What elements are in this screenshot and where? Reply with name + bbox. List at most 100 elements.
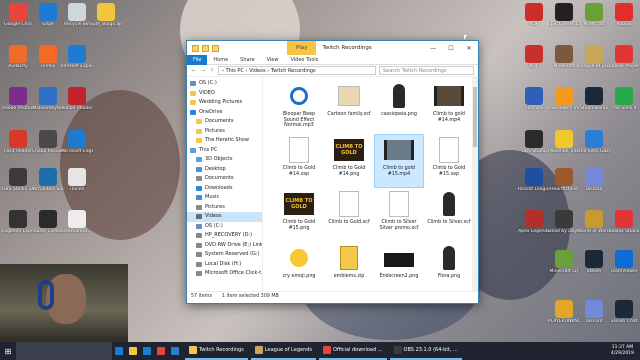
file-item[interactable]: Climb to Gold #15.osp	[425, 135, 473, 187]
desktop-icon[interactable]: Fortnite	[518, 87, 550, 111]
desktop-icon[interactable]: Minecraft	[578, 3, 610, 27]
file-item[interactable]: Climb to Silver Silver promo.xcf	[375, 189, 423, 241]
desktop-icon[interactable]: Rocket League	[518, 168, 550, 192]
taskbar-search[interactable]	[16, 342, 112, 360]
file-item[interactable]: Climb to gold #15.mp4	[374, 134, 424, 188]
desktop-icon[interactable]: Cheap Recovery OBS	[32, 130, 64, 154]
window-titlebar[interactable]: Play Twitch Recordings — ☐ ✕	[187, 41, 478, 55]
folder-icon[interactable]	[192, 44, 199, 52]
file-item[interactable]: Climb to gold #14.mp4	[425, 81, 473, 133]
desktop-icon[interactable]: The Sims Gazette Online	[578, 130, 610, 154]
desktop-icon[interactable]: iTunes	[61, 168, 93, 192]
desktop-icon[interactable]: Usernames...	[61, 210, 93, 234]
nav-item[interactable]: HP_RECOVERY (D:)	[187, 231, 262, 241]
taskbar-app-button[interactable]: Official download ...	[319, 342, 387, 360]
desktop-icon[interactable]: Overwatch Video Game	[548, 87, 580, 111]
pinned-app-icon[interactable]	[154, 342, 168, 360]
desktop-icon[interactable]: Sum_Bulgo.ajr	[90, 3, 122, 27]
desktop-icon[interactable]: TeamViewer	[608, 250, 640, 274]
nav-item[interactable]: System Reserved (G:)	[187, 250, 262, 260]
desktop-icon[interactable]: Recycle Bin	[61, 3, 93, 27]
file-item[interactable]: emblems.zip	[325, 243, 373, 291]
pinned-app-icon[interactable]	[168, 342, 182, 360]
taskbar-app-button[interactable]: League of Legends	[250, 342, 317, 360]
pinned-app-icon[interactable]	[126, 342, 140, 360]
desktop-icon[interactable]: Roblox Player	[608, 45, 640, 69]
nav-item[interactable]: VIDEO	[187, 89, 262, 99]
desktop-icon[interactable]: Minecraft	[548, 45, 580, 69]
file-item[interactable]: Climb to Gold.xcf	[325, 189, 373, 241]
desktop-icon[interactable]: Edge	[32, 3, 64, 27]
new-folder-icon[interactable]	[212, 44, 219, 52]
ribbon-tab[interactable]: Share	[234, 57, 260, 63]
nav-item[interactable]: Pictures	[187, 203, 262, 213]
ribbon-tab[interactable]: View	[261, 57, 285, 63]
desktop-icon[interactable]: Malwarebytes	[32, 87, 64, 111]
context-tab-play[interactable]: Play	[287, 41, 317, 55]
desktop-icon[interactable]: Microsoft Edge	[61, 130, 93, 154]
address-path[interactable]: › This PC › Videos › Twitch Recordings	[218, 66, 376, 75]
clock[interactable]: 11:37 AM 4/29/2019	[605, 345, 640, 357]
desktop-icon[interactable]: Google Chro	[2, 3, 34, 27]
desktop-icon[interactable]: Internet Explorer	[61, 45, 93, 69]
nav-item[interactable]: 3D Objects	[187, 155, 262, 165]
minimize-icon[interactable]: —	[424, 45, 442, 52]
taskbar-app-button[interactable]: Twitch Recordings	[185, 342, 248, 360]
file-item[interactable]: CLIMB TO GOLD Climb to Gold #15.png	[275, 189, 323, 241]
file-item[interactable]: Bloopar Beep Sound Effect Normal.mp3	[275, 81, 323, 133]
up-arrow-icon[interactable]: ↑	[209, 68, 215, 74]
nav-item[interactable]: Documents	[187, 174, 262, 184]
desktop-icon[interactable]: Steamworks	[578, 87, 610, 111]
desktop-icon[interactable]: Roblox Studio	[608, 210, 640, 234]
file-item[interactable]: Fiora.png	[425, 243, 473, 291]
desktop-icon[interactable]: Discord	[578, 300, 610, 324]
nav-item[interactable]: Documents	[187, 117, 262, 127]
nav-item[interactable]: Pictures	[187, 127, 262, 137]
nav-item[interactable]: The Heretic Show	[187, 136, 262, 146]
ribbon-tab[interactable]: Home	[207, 57, 234, 63]
desktop-icon[interactable]: PLAYERUNKNOWN'S BATTLEGROUNDS	[548, 300, 580, 324]
forward-arrow-icon[interactable]: →	[200, 68, 206, 74]
desktop-icon[interactable]: VirtualBox Solitaire	[32, 168, 64, 192]
taskbar-app-button[interactable]: OBS 23.1.0 (64-bit, ...	[389, 342, 462, 360]
desktop-icon[interactable]: Audacity	[2, 45, 34, 69]
file-item[interactable]: Cartoon family.xcf	[325, 81, 373, 133]
vertical-scrollbar[interactable]	[472, 77, 478, 291]
desktop-icon[interactable]: PDF	[518, 45, 550, 69]
nav-item[interactable]: This PC	[187, 146, 262, 156]
file-item[interactable]: CLIMB TO GOLD Climb to Gold #14.png	[325, 135, 373, 187]
pinned-app-icon[interactable]	[112, 342, 126, 360]
nav-item[interactable]: OS (C:)	[187, 222, 262, 232]
file-item[interactable]: cassiopeia.png	[375, 81, 423, 133]
desktop-icon[interactable]: Pokemon Trading Ca...	[548, 130, 580, 154]
pinned-app-icon[interactable]	[140, 342, 154, 360]
start-button[interactable]: ⊞	[0, 347, 16, 356]
nav-item[interactable]: OS (C:)	[187, 79, 262, 89]
desktop-icon[interactable]: PDF	[518, 3, 550, 27]
desktop-icon[interactable]: Minecraft (2)	[548, 250, 580, 274]
nav-item[interactable]: DVD RW Drive (E:) Links	[187, 241, 262, 251]
back-arrow-icon[interactable]: ←	[191, 68, 197, 74]
desktop-icon[interactable]: Discord	[578, 168, 610, 192]
desktop-icon[interactable]: Epic Games Launcher	[548, 3, 580, 27]
desktop-icon[interactable]: Dead by Daylight	[548, 210, 580, 234]
desktop-icon[interactable]: Firefox	[32, 45, 64, 69]
desktop-icon[interactable]: Razer Cortex	[32, 210, 64, 234]
nav-item[interactable]: Music	[187, 193, 262, 203]
desktop-icon[interactable]: League of Legends	[578, 45, 610, 69]
file-item[interactable]: Climb to Gold #14.osp	[275, 135, 323, 187]
nav-item[interactable]: Wedding Pictures	[187, 98, 262, 108]
desktop-icon[interactable]: The Sims 4	[608, 87, 640, 111]
ribbon-tab[interactable]: Video Tools	[284, 57, 324, 63]
file-item[interactable]: Endscreen2.png	[375, 243, 423, 291]
desktop-icon[interactable]: Adobe PhotoshDF	[2, 87, 34, 111]
nav-item[interactable]: Videos	[187, 212, 262, 222]
desktop-icon[interactable]: Hearthstone	[548, 168, 580, 192]
desktop-icon[interactable]: Steam Chat	[608, 300, 640, 324]
close-icon[interactable]: ✕	[460, 45, 478, 52]
file-item[interactable]: Climb to Silver.xcf	[425, 189, 473, 241]
nav-item[interactable]: Desktop	[187, 165, 262, 175]
search-input[interactable]: Search Twitch Recordings	[379, 66, 474, 75]
nav-item[interactable]: Microsoft Office Click-t	[187, 269, 262, 279]
nav-item[interactable]: Downloads	[187, 184, 262, 194]
